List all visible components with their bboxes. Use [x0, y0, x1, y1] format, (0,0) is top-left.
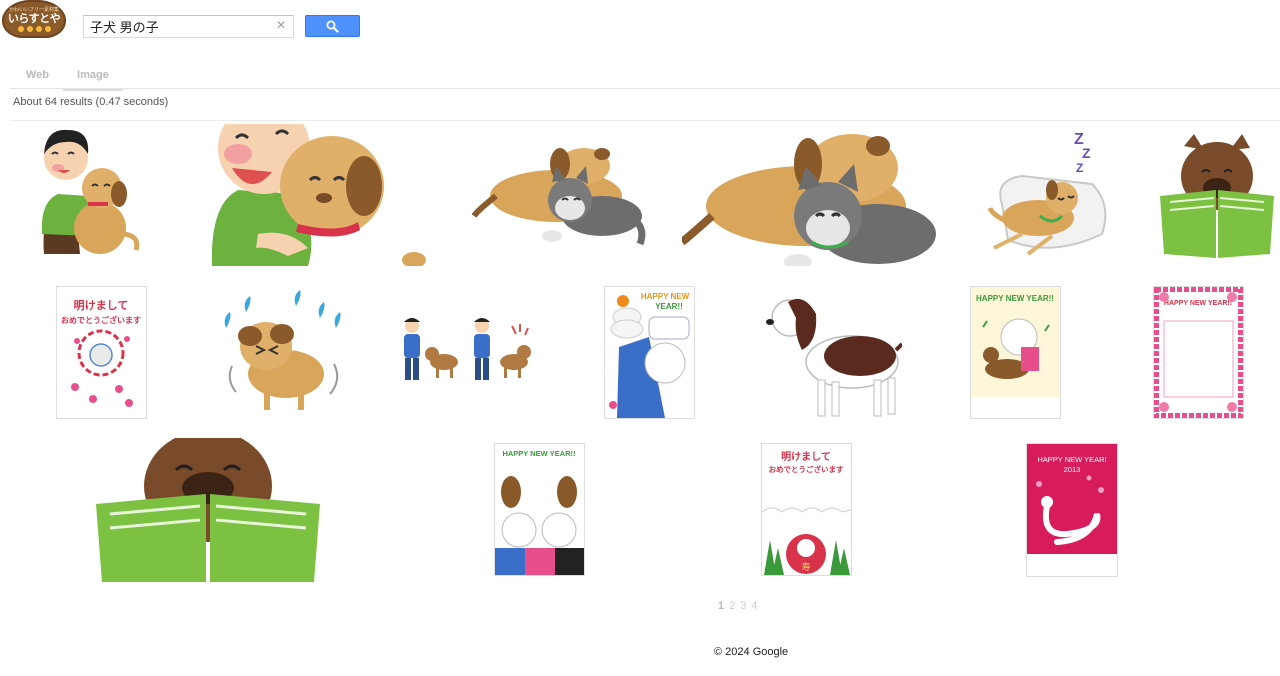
image-result-man-and-barking-dog[interactable]	[400, 316, 534, 384]
card-title: HAPPY NEW YEAR!!	[502, 449, 575, 458]
image-result-dog-reading-book-large[interactable]	[96, 438, 322, 582]
card-title: HAPPY NEW YEAR!	[1037, 455, 1106, 464]
image-result-boy-hugging-puppy[interactable]	[36, 124, 142, 266]
tabs-divider	[10, 88, 1280, 89]
footer-copyright: © 2024 Google	[714, 646, 789, 658]
site-logo[interactable]: かわいいフリー素材集 いらすとや	[2, 0, 66, 38]
result-stats: About 64 results (0.47 seconds)	[13, 96, 169, 108]
card-year: 2013	[1064, 465, 1081, 474]
search-box: ×	[83, 15, 294, 38]
logo-name: いらすとや	[7, 12, 61, 25]
image-result-new-year-card-flower-frame[interactable]: HAPPY NEW YEAR!!	[1153, 286, 1244, 419]
image-result-springer-spaniel[interactable]	[764, 290, 902, 420]
card-title: HAPPY NEW	[641, 292, 690, 301]
page-link-4[interactable]: 4	[751, 600, 757, 612]
page-link-3[interactable]: 3	[740, 600, 746, 612]
tab-web[interactable]: Web	[12, 65, 63, 89]
image-result-wet-dog-shaking[interactable]	[216, 288, 350, 414]
image-result-new-year-card-horses[interactable]: HAPPY NEW YEAR!!	[494, 443, 585, 576]
image-result-dog-sleeping-on-pillow[interactable]: Z Z Z	[982, 124, 1116, 258]
pagination: 1 2 3 4	[718, 600, 758, 612]
card-text-line2: おめでとうございます	[769, 464, 844, 474]
search-tabs: Web Image	[12, 65, 123, 91]
card-text-line1: 明けまして	[781, 451, 831, 463]
image-result-boy-hugging-puppy-large[interactable]	[198, 124, 426, 266]
svg-text:Z: Z	[1076, 161, 1083, 175]
clear-icon[interactable]: ×	[273, 18, 289, 34]
results-divider	[10, 120, 1280, 121]
card-text-line1: 明けまして	[74, 299, 129, 312]
card-title: HAPPY NEW YEAR!!	[976, 294, 1054, 303]
logo-decoration	[17, 25, 51, 32]
image-result-dog-and-cat-sleeping[interactable]	[472, 144, 648, 248]
page-link-2[interactable]: 2	[729, 600, 735, 612]
card-stamp: 寿	[801, 561, 810, 573]
card-text-line2: おめでとうございます	[61, 315, 141, 325]
card-title: HAPPY NEW YEAR!!	[1164, 300, 1232, 307]
card-title-2: YEAR!!	[655, 302, 683, 311]
page-link-1[interactable]: 1	[718, 600, 724, 612]
search-icon	[326, 20, 339, 33]
search-input[interactable]	[90, 17, 270, 36]
image-result-new-year-card-daruma[interactable]: 明けまして おめでとうございます 寿	[761, 443, 852, 576]
image-result-dog-and-cat-sleeping-large[interactable]	[682, 124, 946, 266]
image-result-new-year-card-kagami-mochi[interactable]: HAPPY NEW YEAR!!	[604, 286, 695, 419]
search-button[interactable]	[305, 15, 360, 37]
image-result-new-year-card-snake[interactable]: HAPPY NEW YEAR! 2013	[1026, 443, 1118, 577]
svg-text:Z: Z	[1082, 145, 1091, 161]
image-result-new-year-card-dog[interactable]: 明けまして おめでとうございます	[56, 286, 147, 419]
image-result-new-year-card-horse[interactable]: HAPPY NEW YEAR!!	[970, 286, 1061, 419]
image-result-dog-reading-book[interactable]	[1158, 132, 1276, 258]
